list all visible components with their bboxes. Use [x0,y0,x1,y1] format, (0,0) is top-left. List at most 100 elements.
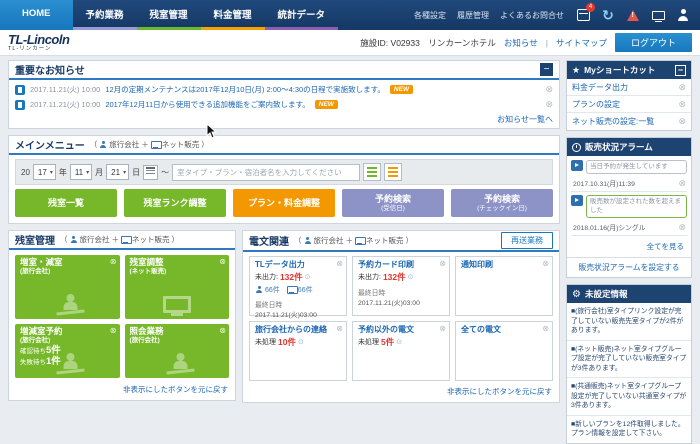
shortcut-plan-settings[interactable]: プランの設定 [567,96,691,113]
nav-room-inventory[interactable]: 残室管理 [137,0,201,30]
notice-link[interactable]: お知らせ [504,37,538,49]
gear-icon [572,289,581,300]
main-menu-title: メインメニュー [15,137,85,152]
alarm-message: 当日予約が発生しています [586,160,687,174]
hide-card-icon[interactable] [336,324,343,333]
notice-date: 2017.11.21(火) 10:00 [30,84,100,95]
view-all-alarms-link[interactable]: 全てを見る [571,239,687,255]
logout-button[interactable]: ログアウト [615,33,692,52]
room-rank-adjust-button[interactable]: 残室ランク調整 [124,189,226,217]
refresh-mini-icon[interactable] [305,273,311,281]
hide-card-icon[interactable] [439,259,446,268]
nav-home[interactable]: HOME [0,0,73,30]
configure-alarms-link[interactable]: 販売状況アラームを設定する [567,257,691,277]
tile-inquiry-tasks[interactable]: 照会業務 (旅行会社) [125,324,230,378]
collapse-notices-button[interactable] [540,63,553,76]
card-title-link[interactable]: 予約カード印刷 [358,260,444,270]
nav-statistics[interactable]: 統計データ [265,0,339,30]
shortcut-net-sales-settings[interactable]: ネット販売の設定:一覧 [567,113,691,130]
tile-add-remove-rooms[interactable]: 増室・減室 (旅行会社) [15,255,120,319]
reservation-search-received-button[interactable]: 予約検索 (受信日) [342,189,444,217]
restore-hidden-buttons-link[interactable]: 非表示にしたボタンを元に戻す [9,381,235,400]
orange-list-view-button[interactable] [384,163,402,181]
green-list-view-button[interactable] [363,163,381,181]
card-reservation-card-print: 予約カード印刷 未出力: 132件 最終日時 2017.11.21(火)03:0… [352,256,450,316]
hide-notice-icon[interactable] [545,85,553,94]
plus: ＋ [141,139,149,150]
day-label: 日 [132,167,140,178]
net-sales-icon [151,141,160,149]
my-shortcuts-panel: Myショートカット 料金データ出力 プランの設定 ネット販売の設定:一覧 [566,60,692,131]
alarm-badge-icon [571,195,583,206]
hide-tile-icon[interactable] [219,257,226,266]
remove-shortcut-icon[interactable] [678,117,686,126]
keyword-search-input[interactable] [172,164,360,181]
remove-shortcut-icon[interactable] [678,100,686,109]
nav-faq[interactable]: よくあるお問合せ [500,10,564,21]
year-select[interactable]: 17 [33,164,56,180]
refresh-mini-icon[interactable] [298,338,304,346]
notice-link-text[interactable]: 2017年12月11日から使用できる追加機能をご案内致します。 [105,99,309,110]
day-select[interactable]: 21 [106,164,129,180]
remove-shortcut-icon[interactable] [678,83,686,92]
monitor-icon[interactable] [650,7,666,23]
sitemap-link[interactable]: サイトマップ [556,37,607,49]
collapse-shortcuts-button[interactable] [675,65,686,76]
month-select[interactable]: 11 [70,164,92,180]
datepicker-icon[interactable] [143,165,158,180]
user-icon[interactable] [675,7,691,23]
reservation-search-checkin-button[interactable]: 予約検索 (チェックイン日) [451,189,553,217]
unset-info-item: ■(共通販売)ネット室タイプグループ設定が完了していない共通室タイプが3件ありま… [567,378,691,416]
hide-tile-icon[interactable] [219,326,226,335]
hide-card-icon[interactable] [439,324,446,333]
tile-room-adjust-net[interactable]: 残室調整 (ネット販売) [125,255,230,319]
plan-rate-adjust-button[interactable]: プラン・料金調整 [233,189,335,217]
hide-card-icon[interactable] [542,259,549,268]
hide-tile-icon[interactable] [110,257,117,266]
person-desk-icon [57,294,87,314]
hide-card-icon[interactable] [542,324,549,333]
tilde: ～ [161,167,169,178]
date-search-bar: 20 17 年 11 月 21 日 ～ [15,159,553,185]
card-non-reservation-messages: 予約以外の電文 未処理 5件 [352,321,450,381]
dismiss-alarm-icon[interactable] [678,179,686,188]
resend-button[interactable]: 再送業務 [501,232,553,249]
title-bar: TL-Lincoln TL-リンカーン 施設ID: V02933 リンカーンホテ… [0,30,700,56]
net-sales-icon [287,286,296,294]
hide-tile-icon[interactable] [110,326,117,335]
hide-card-icon[interactable] [336,259,343,268]
unset-info-panel: 未設定情報 ■(旅行会社)室タイプリンク設定が完了していない販売先室タイプが2件… [566,284,692,444]
card-title-link[interactable]: 通知印刷 [461,260,547,270]
nav-rates[interactable]: 料金管理 [201,0,265,30]
audience-label: （ 旅行会社 ＋ ネット販売 ） [90,139,209,150]
refresh-mini-icon[interactable] [408,273,414,281]
alarm-clock-icon [572,143,581,152]
nav-settings[interactable]: 各種設定 [414,10,446,21]
notice-date: 2017.11.21(火) 10:00 [30,99,100,110]
refresh-mini-icon[interactable] [396,338,402,346]
notices-list-link[interactable]: お知らせ一覧へ [9,113,559,128]
card-title-link[interactable]: 全ての電文 [461,325,547,335]
card-notification-print: 通知印刷 [455,256,553,316]
hide-notice-icon[interactable] [545,100,553,109]
logo-text: TL-Lincoln [8,33,69,46]
alert-icon[interactable] [625,7,641,23]
card-title-link[interactable]: TLデータ出力 [255,260,341,270]
unset-info-title: 未設定情報 [585,288,628,300]
unset-info-item: ■新しいプランを12件取得しました。プラン情報を設定して下さい。 [567,416,691,443]
dismiss-alarm-icon[interactable] [678,223,686,232]
nav-reservations[interactable]: 予約業務 [73,0,137,30]
card-title-link[interactable]: 予約以外の電文 [358,325,444,335]
shortcut-rate-data-export[interactable]: 料金データ出力 [567,79,691,96]
card-title-link[interactable]: 旅行会社からの連絡 [255,325,341,335]
alarm-item: 当日予約が発生しています [571,160,687,174]
notice-link-text[interactable]: 12月の定期メンテナンスは2017年12月10日(月) 2:00～4:30の日程… [105,84,385,95]
calendar-icon[interactable]: 4 [575,7,591,23]
tile-room-change-reservations[interactable]: 増減室予約 (旅行会社) 確認待ち5件 失敗待ち1件 [15,324,120,378]
person-desk-icon [166,353,196,373]
room-list-button[interactable]: 残室一覧 [15,189,117,217]
restore-hidden-buttons-link[interactable]: 非表示にしたボタンを元に戻す [243,383,559,402]
nav-history[interactable]: 履歴管理 [457,10,489,21]
refresh-icon[interactable]: ↻ [600,7,616,23]
travel-agency-icon [99,141,107,149]
